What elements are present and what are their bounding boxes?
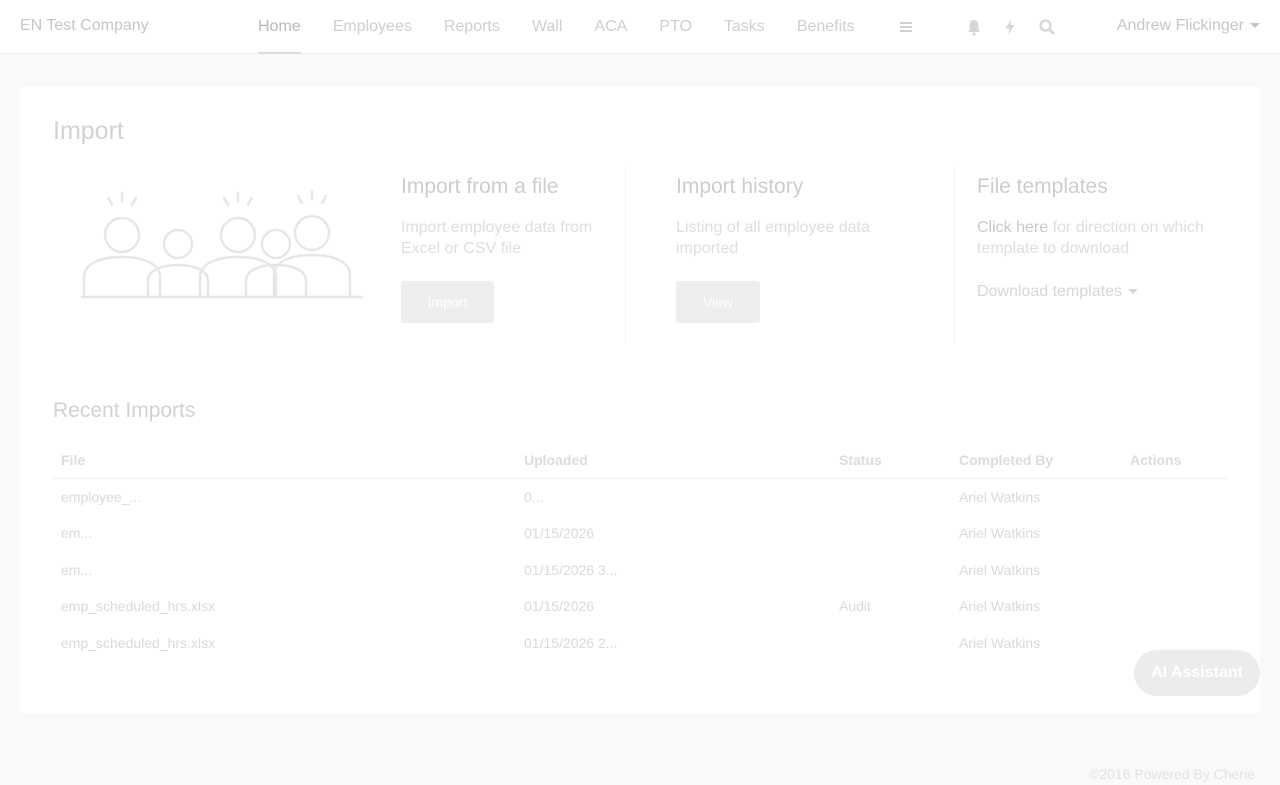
uploaded-date: 01/15/2026	[524, 598, 595, 615]
uploaded-date: 01/15/2026 2...	[524, 634, 618, 651]
company-name[interactable]: EN Test Company	[20, 17, 149, 35]
click-here-link[interactable]: Click here	[977, 219, 1048, 236]
user-menu[interactable]: Andrew Flickinger	[1117, 17, 1260, 35]
chevron-down-icon	[1127, 289, 1138, 295]
lightning-icon[interactable]	[999, 16, 1021, 38]
user-name: Andrew Flickinger	[1116, 17, 1244, 34]
import-file-description: Import employee data from Excel or CSV f…	[401, 219, 593, 257]
chevron-down-icon	[1250, 23, 1260, 29]
table-row: emp_scheduled_hrs.xlsx 01/15/2026 Audit …	[53, 588, 1227, 624]
import-file-title: Import from a file	[401, 175, 559, 198]
column-status[interactable]: Status	[839, 452, 882, 468]
file-name[interactable]: emp_scheduled_hrs.xlsx	[61, 635, 215, 651]
import-from-file-panel: Import from a file Import employee data …	[401, 175, 611, 259]
status-badge: Audit	[839, 598, 871, 615]
table-header: File Uploaded Status Completed By Action…	[53, 439, 1227, 479]
completed-by: Ariel Watkins	[959, 525, 1041, 542]
recent-imports-table: File Uploaded Status Completed By Action…	[53, 439, 1227, 661]
file-templates-title: File templates	[977, 175, 1108, 198]
nav-reports[interactable]: Reports	[428, 0, 516, 54]
ai-assistant-button[interactable]: AI Assistant	[1134, 650, 1260, 696]
column-file[interactable]: File	[61, 452, 85, 468]
completed-by: Ariel Watkins	[959, 489, 1041, 505]
nav-employees[interactable]: Employees	[317, 0, 428, 54]
page-title: Import	[53, 117, 124, 145]
file-templates-description: Click here for direction on which templa…	[977, 217, 1207, 259]
file-templates-panel: File templates Click here for direction …	[977, 175, 1207, 259]
nav-tasks[interactable]: Tasks	[708, 0, 781, 54]
recent-imports-title: Recent Imports	[53, 399, 196, 422]
panel-divider	[954, 166, 955, 344]
nav-wall[interactable]: Wall	[516, 0, 579, 54]
top-navbar: EN Test Company Home Employees Reports W…	[0, 0, 1280, 54]
table-row: em... 01/15/2026 Ariel Watkins	[53, 515, 1227, 551]
import-history-panel: Import history Listing of all employee d…	[676, 175, 916, 259]
file-name[interactable]: employee_...	[61, 489, 141, 505]
file-name[interactable]: em...	[61, 525, 92, 541]
nav-aca[interactable]: ACA	[578, 0, 643, 54]
table-row: emp_scheduled_hrs.xlsx 01/15/2026 2... A…	[53, 625, 1227, 661]
column-uploaded[interactable]: Uploaded	[524, 452, 588, 468]
uploaded-date: 01/15/2026	[524, 525, 595, 542]
column-actions: Actions	[1130, 452, 1182, 468]
menu-icon[interactable]	[896, 17, 916, 37]
import-button[interactable]: Import	[401, 281, 494, 323]
column-completed-by[interactable]: Completed By	[959, 452, 1053, 468]
completed-by: Ariel Watkins	[959, 561, 1041, 578]
main-nav: Home Employees Reports Wall ACA PTO Task…	[242, 0, 871, 54]
completed-by: Ariel Watkins	[959, 598, 1041, 615]
table-row: employee_... 0... Ariel Watkins	[53, 479, 1227, 515]
import-history-title: Import history	[676, 175, 804, 198]
uploaded-date: 01/15/2026 3...	[524, 561, 618, 578]
import-card: Import Import from a file Import employe…	[20, 86, 1260, 714]
nav-home[interactable]: Home	[242, 0, 317, 54]
view-history-button[interactable]: View	[676, 281, 760, 323]
search-icon[interactable]	[1036, 16, 1058, 38]
table-row: em... 01/15/2026 3... Ariel Watkins	[53, 552, 1227, 588]
panel-divider	[625, 166, 626, 344]
people-illustration-icon	[78, 189, 366, 299]
file-name[interactable]: em...	[61, 562, 92, 578]
uploaded-date: 0...	[524, 489, 544, 505]
import-history-description: Listing of all employee data imported	[676, 219, 870, 257]
completed-by: Ariel Watkins	[959, 634, 1041, 651]
file-name[interactable]: emp_scheduled_hrs.xlsx	[61, 598, 215, 614]
download-templates-label: Download templates	[977, 283, 1122, 300]
nav-benefits[interactable]: Benefits	[781, 0, 871, 54]
bell-icon[interactable]	[963, 16, 985, 38]
footer-credit: ©2016 Powered By Cherie	[1089, 766, 1255, 782]
nav-pto[interactable]: PTO	[643, 0, 708, 54]
download-templates-dropdown[interactable]: Download templates	[977, 283, 1138, 301]
